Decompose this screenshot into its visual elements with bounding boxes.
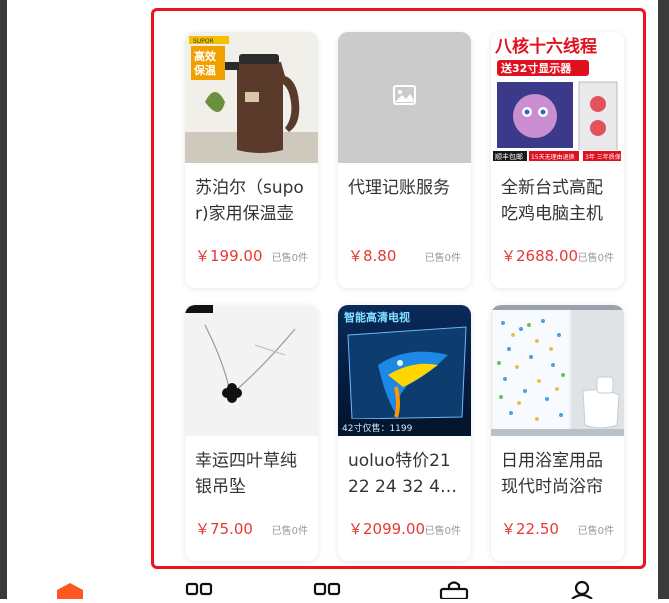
category-icon — [185, 582, 213, 596]
nav-grid[interactable] — [313, 578, 343, 603]
screen-edge-left — [0, 0, 7, 599]
nav-home[interactable] — [55, 578, 85, 603]
nav-cart[interactable] — [439, 578, 469, 603]
screen-edge-right — [658, 0, 669, 599]
selection-highlight — [151, 8, 646, 569]
nav-category[interactable] — [185, 578, 215, 603]
nav-profile[interactable] — [567, 578, 597, 603]
home-icon — [57, 583, 83, 599]
bag-icon — [439, 581, 469, 601]
user-icon — [571, 580, 593, 600]
grid-icon — [313, 582, 341, 596]
bottom-nav — [7, 578, 658, 601]
